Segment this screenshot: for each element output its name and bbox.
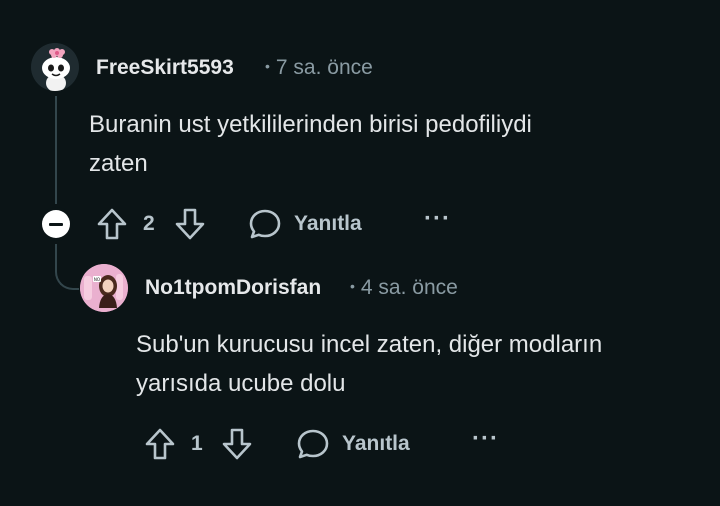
comment-line: Buranin ust yetkililerinden birisi pedof…: [89, 111, 532, 138]
timestamp-text: 7 sa. önce: [275, 56, 373, 79]
vote-count: 1: [191, 432, 203, 455]
meta-separator: •: [265, 58, 270, 74]
avatar[interactable]: NO: [80, 264, 128, 312]
comment-username[interactable]: FreeSkirt5593: [96, 56, 234, 80]
timestamp-text: 4 sa. önce: [360, 276, 458, 299]
comment-timestamp: • 4 sa. önce: [350, 276, 458, 300]
pink-character-avatar-icon: NO: [80, 264, 128, 312]
comment-timestamp: • 7 sa. önce: [265, 56, 373, 80]
upvote-icon[interactable]: [144, 427, 176, 461]
reply-button[interactable]: Yanıtla: [342, 432, 410, 456]
snoo-avatar-with-flower-icon: [31, 43, 79, 91]
vote-count: 2: [143, 212, 155, 235]
more-options-button[interactable]: ···: [424, 205, 451, 233]
reply-button[interactable]: Yanıtla: [294, 212, 362, 236]
meta-separator: •: [350, 278, 355, 294]
reply-bubble-icon[interactable]: [248, 207, 282, 241]
comment-line: yarısıda ucube dolu: [136, 370, 346, 397]
comment-line: Sub'un kurucusu incel zaten, diğer modla…: [136, 331, 603, 358]
comment-body: Sub'un kurucusu incel zaten, diğer modla…: [136, 325, 706, 403]
more-options-button[interactable]: ···: [472, 425, 499, 453]
thread-line-lower: [55, 244, 57, 264]
reply-thread-elbow: [55, 262, 79, 290]
downvote-icon[interactable]: [174, 207, 206, 241]
reply-bubble-icon[interactable]: [296, 427, 330, 461]
avatar[interactable]: [31, 43, 79, 91]
minus-icon: [49, 222, 63, 226]
upvote-icon[interactable]: [96, 207, 128, 241]
comment-username[interactable]: No1tpomDorisfan: [145, 276, 321, 300]
thread-line: [55, 96, 57, 204]
svg-text:NO: NO: [94, 277, 100, 282]
collapse-thread-button[interactable]: [42, 210, 70, 238]
comment-body: Buranin ust yetkililerinden birisi pedof…: [89, 105, 689, 183]
comment-line: zaten: [89, 150, 148, 177]
downvote-icon[interactable]: [221, 427, 253, 461]
